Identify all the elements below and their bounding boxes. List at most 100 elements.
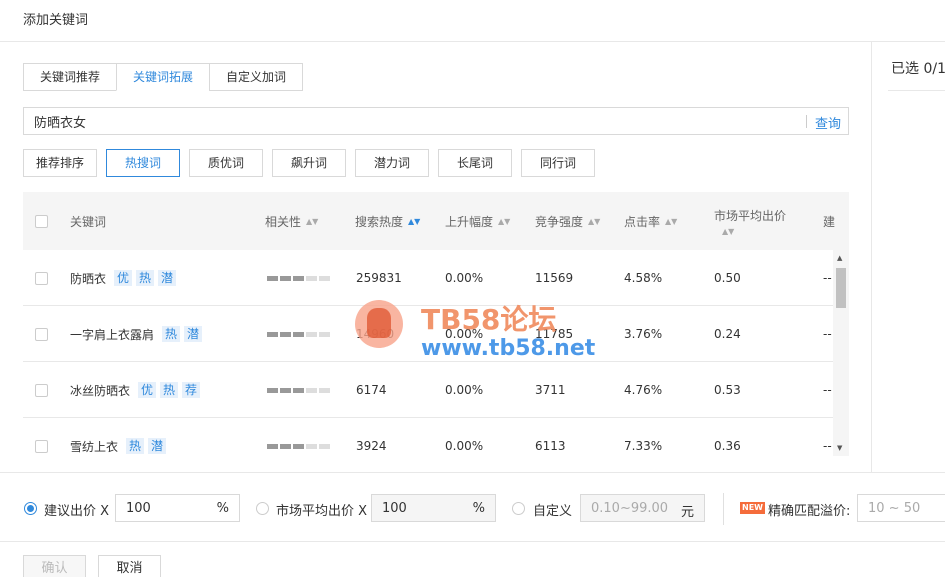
sort-icon[interactable]: ▲▼: [588, 217, 600, 226]
table-row[interactable]: 冰丝防晒衣 优 热 荐 6174 0.00% 3711 4.76% 0.53 -…: [23, 362, 833, 418]
keyword-table: 关键词 相关性 ▲▼ 搜索热度 ▲▼ 上升幅度 ▲▼ 竞争强度 ▲▼ 点击率 ▲▼ 市场平…: [23, 192, 849, 472]
sort-active-icon[interactable]: ▲▼: [408, 217, 420, 226]
table-body: 防晒衣 优 热 潜 259831 0.00% 11569 4.58% 0.50 …: [23, 250, 833, 472]
market-bid-unit: %: [472, 501, 485, 516]
relevance-cell: [267, 418, 330, 472]
sort-icon[interactable]: ▲▼: [722, 227, 734, 236]
market-bid-radio[interactable]: [256, 502, 269, 515]
relevance-segment: [267, 387, 278, 393]
relevance-bar: [267, 331, 330, 337]
row-checkbox[interactable]: [35, 383, 48, 397]
relevance-segment: [293, 275, 304, 281]
col-market-bid-label: 市场平均出价: [714, 208, 787, 223]
custom-bid-input[interactable]: 0.10~99.00 元: [580, 494, 705, 522]
search-input[interactable]: [34, 108, 794, 134]
filter-potential[interactable]: 潜力词: [355, 149, 429, 177]
col-ctr-label: 点击率: [624, 214, 661, 229]
tag-badge: 热: [160, 382, 179, 398]
ctr-cell: 4.76%: [624, 383, 663, 397]
select-all-checkbox[interactable]: [35, 214, 48, 228]
search-heat-cell: 3924: [356, 439, 387, 453]
filter-bar: 推荐排序 热搜词 质优词 飙升词 潜力词 长尾词 同行词: [23, 149, 604, 177]
row-checkbox[interactable]: [35, 327, 48, 341]
suggested-bid-radio[interactable]: [24, 502, 37, 515]
keyword-text: 冰丝防晒衣: [70, 383, 131, 398]
market-bid-cell: 0.50: [714, 271, 741, 285]
market-bid-cell: 0.36: [714, 439, 741, 453]
filter-rising[interactable]: 飙升词: [272, 149, 346, 177]
row-checkbox[interactable]: [35, 439, 48, 453]
tab-keyword-expand[interactable]: 关键词拓展: [116, 63, 211, 91]
ctr-cell: 7.33%: [624, 439, 663, 453]
tag-badge: 热: [126, 438, 145, 454]
rise-cell: 0.00%: [445, 439, 484, 453]
filter-recommend-sort[interactable]: 推荐排序: [23, 149, 97, 177]
exact-match-input[interactable]: 10 ~ 50: [857, 494, 945, 522]
suggested-bid-input[interactable]: 100 %: [115, 494, 240, 522]
row-checkbox[interactable]: [35, 271, 48, 285]
filter-competitor[interactable]: 同行词: [521, 149, 595, 177]
relevance-bar: [267, 443, 330, 449]
select-all-cell: [35, 192, 48, 250]
tag-badge: 热: [136, 270, 155, 286]
keyword-tabs: 关键词推荐 关键词拓展 自定义加词: [23, 63, 304, 91]
filter-hot-search[interactable]: 热搜词: [106, 149, 180, 177]
sort-icon[interactable]: ▲▼: [498, 217, 510, 226]
search-divider: [806, 115, 807, 128]
relevance-segment: [267, 275, 278, 281]
col-keyword: 关键词: [70, 192, 106, 250]
filter-long-tail[interactable]: 长尾词: [438, 149, 512, 177]
relevance-segment: [319, 387, 330, 393]
table-row[interactable]: 防晒衣 优 热 潜 259831 0.00% 11569 4.58% 0.50 …: [23, 250, 833, 306]
dialog-header: 添加关键词: [0, 0, 945, 42]
col-relevance[interactable]: 相关性 ▲▼: [265, 192, 318, 250]
tag-badge: 热: [162, 326, 181, 342]
custom-bid-radio[interactable]: [512, 502, 525, 515]
col-rise[interactable]: 上升幅度 ▲▼: [445, 192, 510, 250]
scroll-up-icon[interactable]: ▲: [837, 254, 842, 262]
relevance-segment: [306, 387, 317, 393]
search-heat-cell: 259831: [356, 271, 402, 285]
col-competition[interactable]: 竞争强度 ▲▼: [535, 192, 600, 250]
tab-keyword-recommend[interactable]: 关键词推荐: [23, 63, 118, 91]
table-row[interactable]: 一字肩上衣露肩 热 潜 14960 0.00% 11785 3.76% 0.24…: [23, 306, 833, 362]
relevance-segment: [293, 387, 304, 393]
cancel-button[interactable]: 取消: [98, 555, 161, 577]
sort-icon[interactable]: ▲▼: [665, 217, 677, 226]
suggested-bid-label: 建议出价 X: [44, 504, 110, 519]
relevance-cell: [267, 250, 330, 306]
selected-divider: [888, 90, 945, 91]
ctr-cell: 4.58%: [624, 271, 663, 285]
col-market-bid[interactable]: 市场平均出价 ▲▼: [714, 192, 786, 250]
scroll-down-icon[interactable]: ▼: [837, 444, 842, 452]
tag-badge: 潜: [184, 326, 203, 342]
col-suggest-label: 建: [823, 214, 836, 229]
relevance-segment: [319, 443, 330, 449]
rise-cell: 0.00%: [445, 327, 484, 341]
sort-icon[interactable]: ▲▼: [306, 217, 318, 226]
table-row[interactable]: 雪纺上衣 热 潜 3924 0.00% 6113 7.33% 0.36 --: [23, 418, 833, 472]
relevance-segment: [293, 331, 304, 337]
confirm-button[interactable]: 确认: [23, 555, 86, 577]
relevance-segment: [319, 331, 330, 337]
dialog-title: 添加关键词: [23, 13, 89, 28]
ctr-cell: 3.76%: [624, 327, 663, 341]
relevance-segment: [280, 275, 291, 281]
market-bid-input[interactable]: 100 %: [371, 494, 496, 522]
tag-badge: 潜: [158, 270, 177, 286]
suggest-cell: --: [823, 383, 832, 397]
relevance-cell: [267, 306, 330, 362]
exact-match-placeholder: 10 ~ 50: [868, 501, 921, 516]
tab-custom-add[interactable]: 自定义加词: [209, 63, 304, 91]
relevance-cell: [267, 362, 330, 418]
search-box: 查询: [23, 107, 849, 135]
search-button[interactable]: 查询: [815, 113, 841, 132]
relevance-segment: [293, 443, 304, 449]
vertical-scrollbar[interactable]: ▲ ▼: [833, 250, 849, 456]
relevance-segment: [280, 443, 291, 449]
col-search-heat[interactable]: 搜索热度 ▲▼: [355, 192, 420, 250]
filter-quality[interactable]: 质优词: [189, 149, 263, 177]
vertical-scroll-thumb[interactable]: [836, 268, 846, 308]
bid-bar: 建议出价 X 100 % 市场平均出价 X 100 % 自定义 0.10~99.…: [0, 472, 945, 542]
col-ctr[interactable]: 点击率 ▲▼: [624, 192, 677, 250]
